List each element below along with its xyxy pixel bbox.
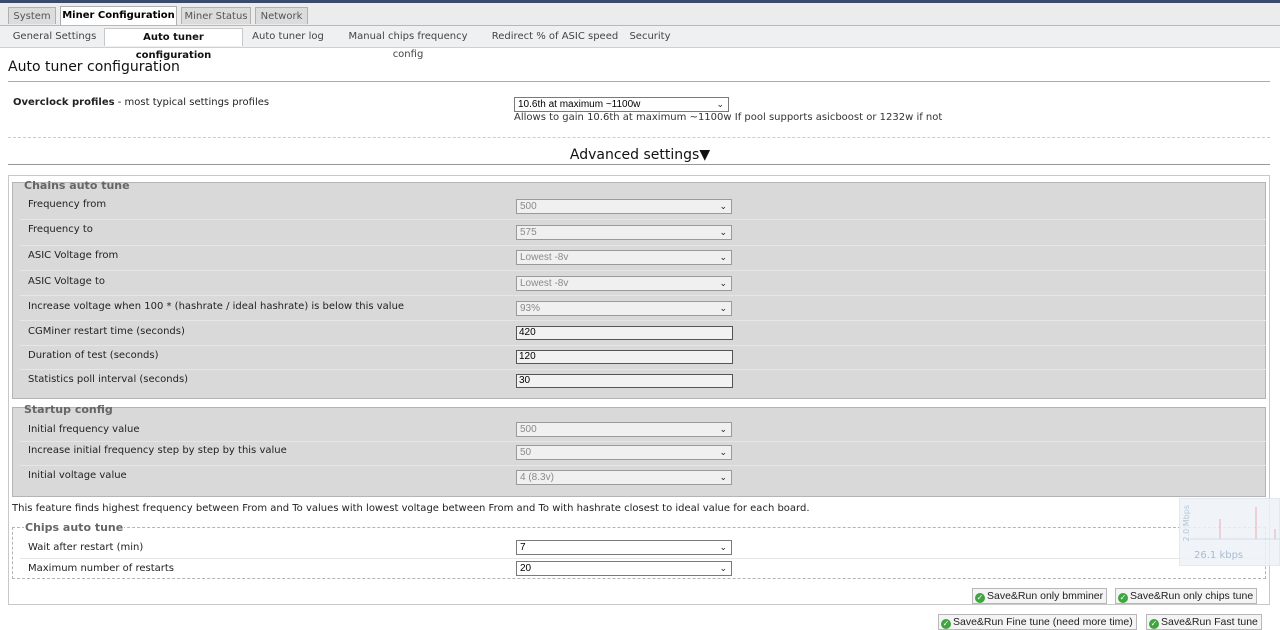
chevron-down-icon: ⌄ xyxy=(719,542,727,552)
tab-miner-configuration[interactable]: Miner Configuration xyxy=(60,6,177,25)
chevron-down-icon: ⌄ xyxy=(719,563,727,573)
main-tab-bar: System Miner Configuration Miner Status … xyxy=(0,3,1280,26)
bandwidth-rate: 26.1 kbps xyxy=(1194,550,1244,561)
save-run-fine-tune-button[interactable]: ✓ Save&Run Fine tune (need more time) xyxy=(938,614,1137,630)
wait-after-restart-label: Wait after restart (min) xyxy=(28,542,144,553)
asic-voltage-to-label: ASIC Voltage to xyxy=(28,276,106,287)
row-separator xyxy=(20,369,1266,370)
frequency-step-select[interactable]: 50 ⌄ xyxy=(516,445,732,460)
frequency-to-value: 575 xyxy=(520,227,537,238)
row-separator xyxy=(20,558,1266,559)
subtab-security[interactable]: Security xyxy=(626,28,674,46)
max-restarts-select[interactable]: 20 ⌄ xyxy=(516,561,732,576)
statistics-poll-label: Statistics poll interval (seconds) xyxy=(28,374,189,385)
frequency-from-select[interactable]: 500 ⌄ xyxy=(516,199,732,214)
advanced-divider xyxy=(8,164,1270,165)
chevron-down-icon: ⌄ xyxy=(716,99,724,109)
duration-of-test-label: Duration of test (seconds) xyxy=(28,350,159,361)
save-run-bmminer-button[interactable]: ✓ Save&Run only bmminer xyxy=(972,588,1108,604)
row-separator xyxy=(20,245,1266,246)
tab-system[interactable]: System xyxy=(8,7,56,24)
overclock-label-bold: Overclock profiles xyxy=(13,97,115,108)
chevron-down-icon: ⌄ xyxy=(719,227,727,237)
asic-voltage-from-value: Lowest -8v xyxy=(520,252,569,263)
bandwidth-graph xyxy=(1190,507,1280,540)
subtab-auto-tuner-configuration[interactable]: Auto tuner configuration xyxy=(104,28,243,61)
subtab-manual-chips-frequency[interactable]: Manual chips frequency config xyxy=(333,28,483,60)
frequency-step-label: Increase initial frequency step by step … xyxy=(28,445,287,456)
asic-voltage-from-select[interactable]: Lowest -8v ⌄ xyxy=(516,250,732,265)
wait-after-restart-select[interactable]: 7 ⌄ xyxy=(516,540,732,555)
increase-voltage-value: 93% xyxy=(520,303,541,314)
initial-voltage-label: Initial voltage value xyxy=(28,470,127,481)
row-separator xyxy=(20,270,1266,271)
chevron-down-icon: ⌄ xyxy=(719,424,727,434)
row-separator xyxy=(20,345,1266,346)
initial-frequency-label: Initial frequency value xyxy=(28,424,140,435)
feature-note: This feature finds highest frequency bet… xyxy=(12,503,810,514)
checkmark-icon: ✓ xyxy=(941,619,951,629)
frequency-from-value: 500 xyxy=(520,201,537,212)
chevron-down-icon: ⌄ xyxy=(719,447,727,457)
save-run-bmminer-label: Save&Run only bmminer xyxy=(987,590,1104,602)
initial-voltage-value: 4 (8.3v) xyxy=(520,472,554,483)
frequency-step-value: 50 xyxy=(520,447,532,458)
frequency-to-select[interactable]: 575 ⌄ xyxy=(516,225,732,240)
wait-after-restart-value: 7 xyxy=(520,542,526,553)
subtab-auto-tuner-log[interactable]: Auto tuner log xyxy=(248,28,328,46)
initial-frequency-select[interactable]: 500 ⌄ xyxy=(516,422,732,437)
checkmark-icon: ✓ xyxy=(1149,619,1159,629)
save-run-fast-tune-button[interactable]: ✓ Save&Run Fast tune xyxy=(1146,614,1262,630)
increase-voltage-select[interactable]: 93% ⌄ xyxy=(516,301,732,316)
overclock-description: Allows to gain 10.6th at maximum ~1100w … xyxy=(514,112,943,123)
frequency-to-label: Frequency to xyxy=(28,224,93,235)
cgminer-restart-input[interactable]: 420 xyxy=(516,326,733,340)
save-run-fast-tune-label: Save&Run Fast tune xyxy=(1161,616,1258,628)
initial-voltage-select[interactable]: 4 (8.3v) ⌄ xyxy=(516,470,732,485)
duration-of-test-input[interactable]: 120 xyxy=(516,350,733,364)
asic-voltage-to-select[interactable]: Lowest -8v ⌄ xyxy=(516,276,732,291)
increase-voltage-label: Increase voltage when 100 * (hashrate / … xyxy=(28,301,405,312)
chevron-down-icon: ⌄ xyxy=(719,303,727,313)
title-divider xyxy=(8,81,1270,82)
initial-frequency-value: 500 xyxy=(520,424,537,435)
cgminer-restart-label: CGMiner restart time (seconds) xyxy=(28,326,185,337)
checkmark-icon: ✓ xyxy=(1118,593,1128,603)
row-separator xyxy=(20,441,1266,442)
advanced-settings-toggle[interactable]: Advanced settings▼ xyxy=(0,147,1280,163)
tab-network[interactable]: Network xyxy=(255,7,308,24)
max-restarts-label: Maximum number of restarts xyxy=(28,563,175,574)
overclock-profile-value: 10.6th at maximum ~1100w xyxy=(518,99,641,110)
bandwidth-widget: 2.0 Mbps 26.1 kbps xyxy=(1179,498,1280,566)
startup-config-legend: Startup config xyxy=(24,403,113,416)
overclock-label: Overclock profiles - most typical settin… xyxy=(13,97,269,108)
row-separator xyxy=(20,295,1266,296)
statistics-poll-input[interactable]: 30 xyxy=(516,374,733,388)
max-restarts-value: 20 xyxy=(520,563,532,574)
chains-auto-tune-legend: Chains auto tune xyxy=(24,179,130,192)
asic-voltage-from-label: ASIC Voltage from xyxy=(28,250,119,261)
chevron-down-icon: ⌄ xyxy=(719,201,727,211)
section-divider xyxy=(8,137,1270,138)
subtab-general-settings[interactable]: General Settings xyxy=(8,28,101,46)
chips-auto-tune-legend: Chips auto tune xyxy=(24,521,125,534)
save-run-chips-button[interactable]: ✓ Save&Run only chips tune xyxy=(1115,588,1258,604)
chevron-down-icon: ⌄ xyxy=(719,472,727,482)
row-separator xyxy=(20,465,1266,466)
chevron-down-icon: ⌄ xyxy=(719,252,727,262)
overclock-label-suffix: - most typical settings profiles xyxy=(114,97,270,108)
save-run-fine-tune-label: Save&Run Fine tune (need more time) xyxy=(953,616,1133,628)
row-separator xyxy=(20,219,1266,220)
tab-miner-status[interactable]: Miner Status xyxy=(181,7,251,24)
checkmark-icon: ✓ xyxy=(975,593,985,603)
row-separator xyxy=(20,320,1266,321)
subtab-redirect-asic-speed[interactable]: Redirect % of ASIC speed xyxy=(488,28,622,46)
chevron-down-icon: ⌄ xyxy=(719,278,727,288)
asic-voltage-to-value: Lowest -8v xyxy=(520,278,569,289)
page-title: Auto tuner configuration xyxy=(8,59,180,75)
overclock-profile-select[interactable]: 10.6th at maximum ~1100w ⌄ xyxy=(514,97,729,112)
sub-tab-bar: General Settings Auto tuner configuratio… xyxy=(0,26,1280,61)
frequency-from-label: Frequency from xyxy=(28,199,107,210)
save-run-chips-label: Save&Run only chips tune xyxy=(1130,590,1254,602)
